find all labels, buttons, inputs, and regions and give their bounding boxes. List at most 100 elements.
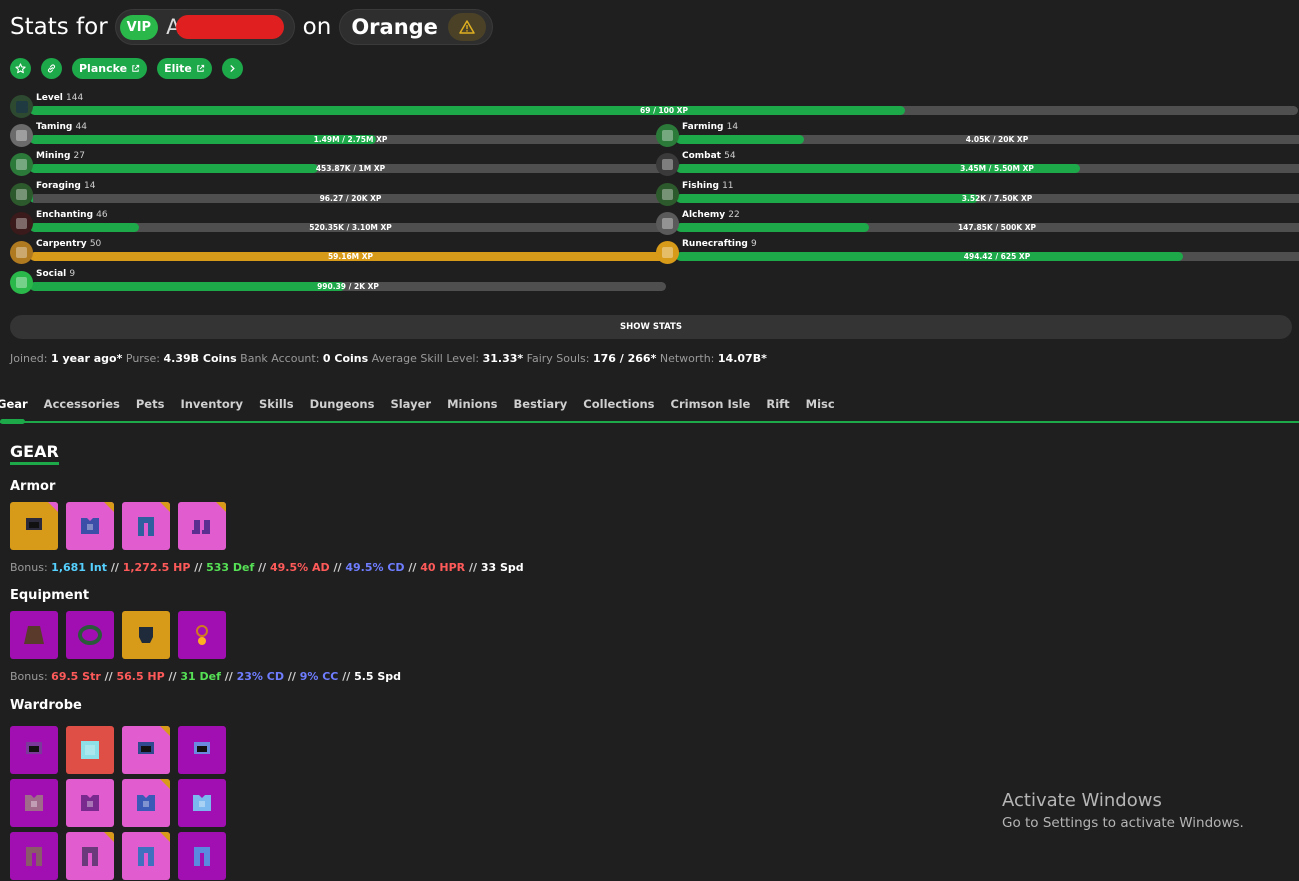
tab-bestiary[interactable]: Bestiary bbox=[514, 397, 568, 411]
wardrobe-slot[interactable] bbox=[66, 832, 114, 880]
wardrobe-slot[interactable] bbox=[66, 726, 114, 774]
on-label: on bbox=[302, 14, 332, 40]
tab-dungeons[interactable]: Dungeons bbox=[310, 397, 375, 411]
tab-inventory[interactable]: Inventory bbox=[180, 397, 243, 411]
item-icon bbox=[26, 742, 42, 754]
skill-progress-text: 520.35K / 3.10M XP bbox=[309, 222, 392, 232]
tab-slayer[interactable]: Slayer bbox=[390, 397, 431, 411]
profile-info-line: Joined: 1 year ago* Purse: 4.39B Coins B… bbox=[10, 352, 767, 365]
wardrobe-row-helmets bbox=[10, 726, 226, 774]
skill-progress-text: 4.05K / 20K XP bbox=[965, 135, 1029, 144]
tab-misc[interactable]: Misc bbox=[806, 397, 835, 411]
external-link-icon bbox=[197, 64, 205, 72]
wardrobe-slot[interactable] bbox=[122, 832, 170, 880]
copy-link-button[interactable] bbox=[41, 58, 62, 79]
recombobulated-corner bbox=[160, 726, 170, 736]
rank-badge: VIP bbox=[119, 14, 159, 40]
equipment-slot[interactable] bbox=[66, 611, 114, 659]
armor-bonus: Bonus: 1,681 Int // 1,272.5 HP // 533 De… bbox=[10, 561, 524, 574]
watermark-subtitle: Go to Settings to activate Windows. bbox=[1002, 815, 1244, 831]
tab-skills[interactable]: Skills bbox=[259, 397, 294, 411]
wardrobe-row-leggings bbox=[10, 832, 226, 880]
windows-activation-watermark: Activate Windows Go to Settings to activ… bbox=[1002, 790, 1244, 831]
armor-slot[interactable] bbox=[122, 502, 170, 550]
favorite-button[interactable] bbox=[10, 58, 31, 79]
chevron-right-icon bbox=[230, 65, 235, 72]
page-title-row: Stats for VIP A on Orange bbox=[10, 8, 493, 46]
skill-carpentry: 59.16M XP Carpentry 50 bbox=[10, 238, 671, 266]
bonus-stat: 23% CD bbox=[236, 670, 284, 683]
item-icon bbox=[78, 625, 102, 645]
wardrobe-slot[interactable] bbox=[10, 779, 58, 827]
skill-label: Social 9 bbox=[36, 268, 76, 279]
bonus-stat: 533 Def bbox=[206, 561, 255, 574]
skill-level: 69 / 100 XP Level 144 bbox=[10, 92, 1298, 120]
skill-icon bbox=[10, 270, 33, 294]
skill-progress-text: 96.27 / 20K XP bbox=[319, 193, 382, 203]
tab-minions[interactable]: Minions bbox=[447, 397, 497, 411]
item-icon bbox=[25, 795, 43, 811]
wardrobe-slot[interactable] bbox=[122, 726, 170, 774]
active-tab-indicator bbox=[0, 419, 25, 424]
skill-label: Carpentry 50 bbox=[36, 239, 102, 250]
level-progress-text: 69 / 100 XP bbox=[640, 106, 688, 115]
wardrobe-slot[interactable] bbox=[10, 726, 58, 774]
level-label: Level 144 bbox=[36, 93, 84, 103]
item-icon bbox=[81, 795, 99, 811]
skill-progress-text: 3.52K / 7.50K XP bbox=[961, 193, 1033, 203]
item-icon bbox=[81, 518, 99, 534]
plancke-link[interactable]: Plancke bbox=[72, 58, 148, 79]
bonus-stat: 49.5% CD bbox=[345, 561, 405, 574]
equipment-slot[interactable] bbox=[122, 611, 170, 659]
show-stats-button[interactable]: SHOW STATS bbox=[10, 315, 1292, 339]
item-icon bbox=[138, 517, 154, 536]
armor-slot[interactable] bbox=[66, 502, 114, 550]
profile-selector[interactable]: Orange bbox=[339, 9, 493, 45]
equipment-slot[interactable] bbox=[10, 611, 58, 659]
skill-label: Mining 27 bbox=[36, 151, 85, 162]
armor-slot[interactable] bbox=[178, 502, 226, 550]
skill-mining: 453.87K / 1M XP Mining 27 bbox=[10, 150, 671, 178]
skill-progress-bar: 520.35K / 3.10M XP bbox=[30, 222, 671, 232]
wardrobe-slot[interactable] bbox=[10, 832, 58, 880]
armor-heading: Armor bbox=[10, 479, 56, 494]
skill-fishing: 3.52K / 7.50K XP Fishing 11 bbox=[656, 180, 1299, 208]
tab-crimson-isle[interactable]: Crimson Isle bbox=[671, 397, 751, 411]
more-links-button[interactable] bbox=[221, 58, 243, 79]
purse-value: 4.39B Coins bbox=[163, 352, 237, 365]
warning-icon[interactable] bbox=[447, 13, 486, 41]
equipment-heading: Equipment bbox=[10, 588, 90, 603]
wardrobe-slot[interactable] bbox=[66, 779, 114, 827]
skill-runecrafting: 494.42 / 625 XP Runecrafting 9 bbox=[656, 238, 1299, 266]
skill-progress-bar: 3.52K / 7.50K XP bbox=[676, 193, 1299, 203]
skill-progress-bar: 990.39 / 2K XP bbox=[30, 281, 666, 291]
equipment-slot[interactable] bbox=[178, 611, 226, 659]
elite-link[interactable]: Elite bbox=[157, 58, 212, 79]
wardrobe-slot[interactable] bbox=[178, 832, 226, 880]
recombobulated-corner bbox=[48, 502, 58, 512]
profile-name: Orange bbox=[351, 15, 438, 39]
item-icon bbox=[26, 847, 42, 866]
wardrobe-slot[interactable] bbox=[178, 726, 226, 774]
item-icon bbox=[192, 520, 210, 534]
wardrobe-slot[interactable] bbox=[178, 779, 226, 827]
skill-progress-text: 59.16M XP bbox=[327, 252, 374, 262]
item-icon bbox=[137, 795, 155, 811]
tab-collections[interactable]: Collections bbox=[583, 397, 654, 411]
tab-accessories[interactable]: Accessories bbox=[44, 397, 120, 411]
bonus-stat: 40 HPR bbox=[420, 561, 466, 574]
tab-gear[interactable]: Gear bbox=[0, 397, 28, 411]
skill-label: Enchanting 46 bbox=[36, 209, 108, 220]
tab-pets[interactable]: Pets bbox=[136, 397, 165, 411]
skill-label: Foraging 14 bbox=[36, 180, 96, 191]
skill-label: Alchemy 22 bbox=[682, 209, 740, 220]
item-icon bbox=[82, 847, 98, 866]
skill-label: Fishing 11 bbox=[682, 180, 734, 191]
wardrobe-slot[interactable] bbox=[122, 779, 170, 827]
tab-rift[interactable]: Rift bbox=[766, 397, 789, 411]
player-name-pill[interactable]: VIP A bbox=[114, 9, 295, 45]
armor-slot[interactable] bbox=[10, 502, 58, 550]
skill-label: Farming 14 bbox=[682, 122, 739, 132]
skill-icon bbox=[656, 124, 679, 147]
skill-progress-bar: 3.45M / 5.50M XP bbox=[676, 164, 1299, 174]
